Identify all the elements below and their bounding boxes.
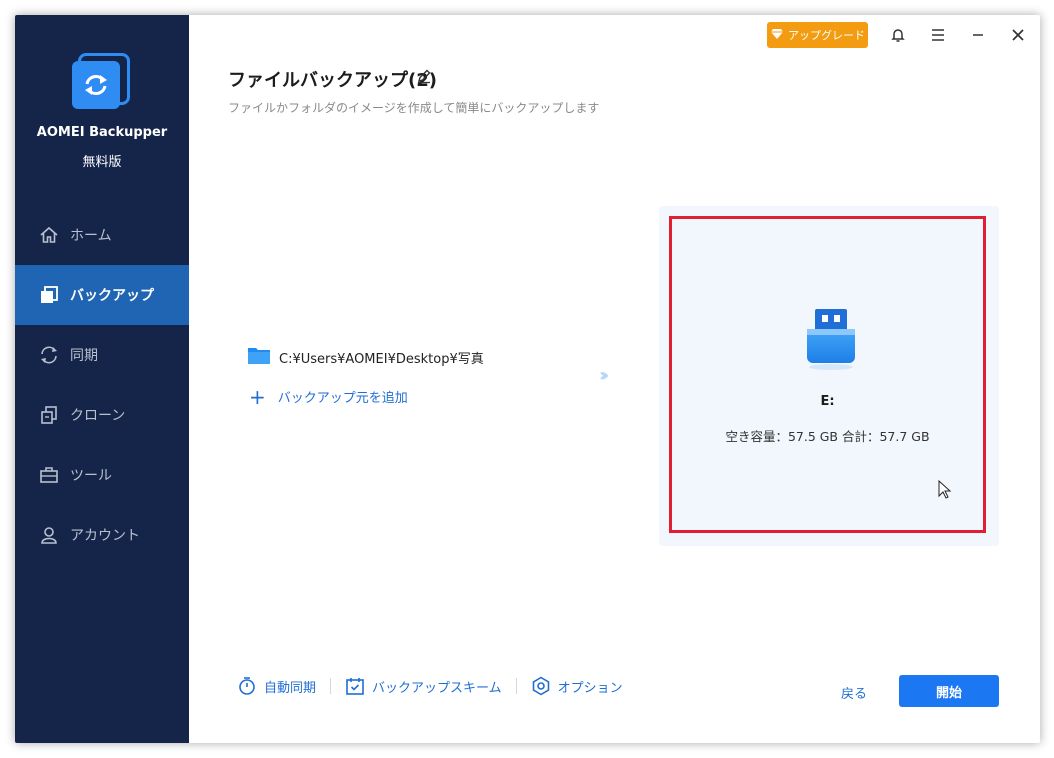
auto-sync-button[interactable]: 自動同期 (237, 676, 316, 696)
sidebar-item-tools[interactable]: ツール (15, 445, 189, 505)
clone-icon (39, 405, 59, 425)
menu-icon[interactable] (925, 23, 951, 47)
sidebar-item-sync[interactable]: 同期 (15, 325, 189, 385)
edit-icon[interactable] (416, 68, 434, 86)
app-edition: 無料版 (82, 155, 122, 170)
divider (515, 678, 517, 694)
backup-scheme-button[interactable]: バックアップスキーム (345, 676, 502, 696)
account-icon (39, 525, 59, 545)
sync-icon (39, 345, 59, 365)
options-label: オプション (557, 680, 623, 696)
backup-icon (39, 285, 59, 305)
timer-icon (237, 676, 257, 696)
destination-selector[interactable]: E: 空き容量：57.5 GB 合計：57.7 GB (669, 216, 986, 533)
drive-space: 空き容量：57.5 GB 合計：57.7 GB (725, 429, 930, 444)
source-path: C:¥Users¥AOMEI¥Desktop¥写真 (279, 351, 484, 367)
destination-panel: E: 空き容量：57.5 GB 合計：57.7 GB (659, 206, 999, 546)
mouse-cursor-icon (938, 479, 952, 504)
sidebar-item-label: クローン (70, 408, 126, 424)
home-icon (39, 225, 59, 245)
start-button[interactable]: 開始 (899, 675, 999, 707)
sidebar-item-label: ツール (70, 468, 112, 484)
sidebar-item-backup[interactable]: バックアップ (15, 265, 189, 325)
settings-icon (531, 676, 551, 696)
add-source-label: バックアップ元を追加 (277, 391, 408, 406)
app-logo (72, 53, 130, 111)
sidebar-item-label: 同期 (70, 348, 98, 364)
upgrade-button[interactable]: アップグレード (767, 22, 868, 48)
auto-sync-label: 自動同期 (264, 680, 317, 696)
calendar-icon (345, 676, 365, 696)
drive-letter: E: (820, 394, 835, 409)
folder-icon (247, 345, 271, 369)
sidebar: AOMEI Backupper 無料版 ホーム バックアップ 同期 クローン ツ… (15, 15, 189, 743)
upgrade-label: アップグレード (788, 29, 865, 42)
sidebar-item-account[interactable]: アカウント (15, 505, 189, 565)
options-button[interactable]: オプション (531, 676, 623, 696)
app-window: AOMEI Backupper 無料版 ホーム バックアップ 同期 クローン ツ… (15, 15, 1040, 743)
app-name: AOMEI Backupper (36, 125, 168, 140)
main-content: アップグレード ファイルバックアップ(2) ファイルかフォルダのイメージを作成し… (189, 15, 1040, 743)
arrow-right-icon: ››› (599, 365, 610, 386)
backup-scheme-label: バックアップスキーム (372, 680, 502, 696)
sidebar-item-clone[interactable]: クローン (15, 385, 189, 445)
sidebar-item-label: アカウント (70, 528, 140, 544)
diamond-icon (770, 28, 784, 43)
page-title: ファイルバックアップ(2) (228, 70, 437, 91)
usb-drive-icon (805, 307, 857, 373)
close-icon[interactable] (1005, 23, 1031, 47)
sidebar-nav: ホーム バックアップ 同期 クローン ツール アカウント (15, 205, 189, 565)
back-button[interactable]: 戻る (841, 683, 867, 702)
tools-icon (39, 465, 59, 485)
minimize-icon[interactable] (965, 23, 991, 47)
bell-icon[interactable] (885, 23, 911, 47)
sidebar-item-home[interactable]: ホーム (15, 205, 189, 265)
add-source-button[interactable]: + バックアップ元を追加 (249, 384, 408, 409)
page-subtitle: ファイルかフォルダのイメージを作成して簡単にバックアップします (228, 101, 600, 115)
options-bar: 自動同期 バックアップスキーム オプション (237, 676, 623, 696)
sidebar-item-label: ホーム (70, 228, 112, 244)
sidebar-item-label: バックアップ (70, 288, 154, 304)
divider (330, 678, 332, 694)
source-item[interactable]: C:¥Users¥AOMEI¥Desktop¥写真 (247, 345, 484, 369)
plus-icon: + (249, 384, 266, 409)
